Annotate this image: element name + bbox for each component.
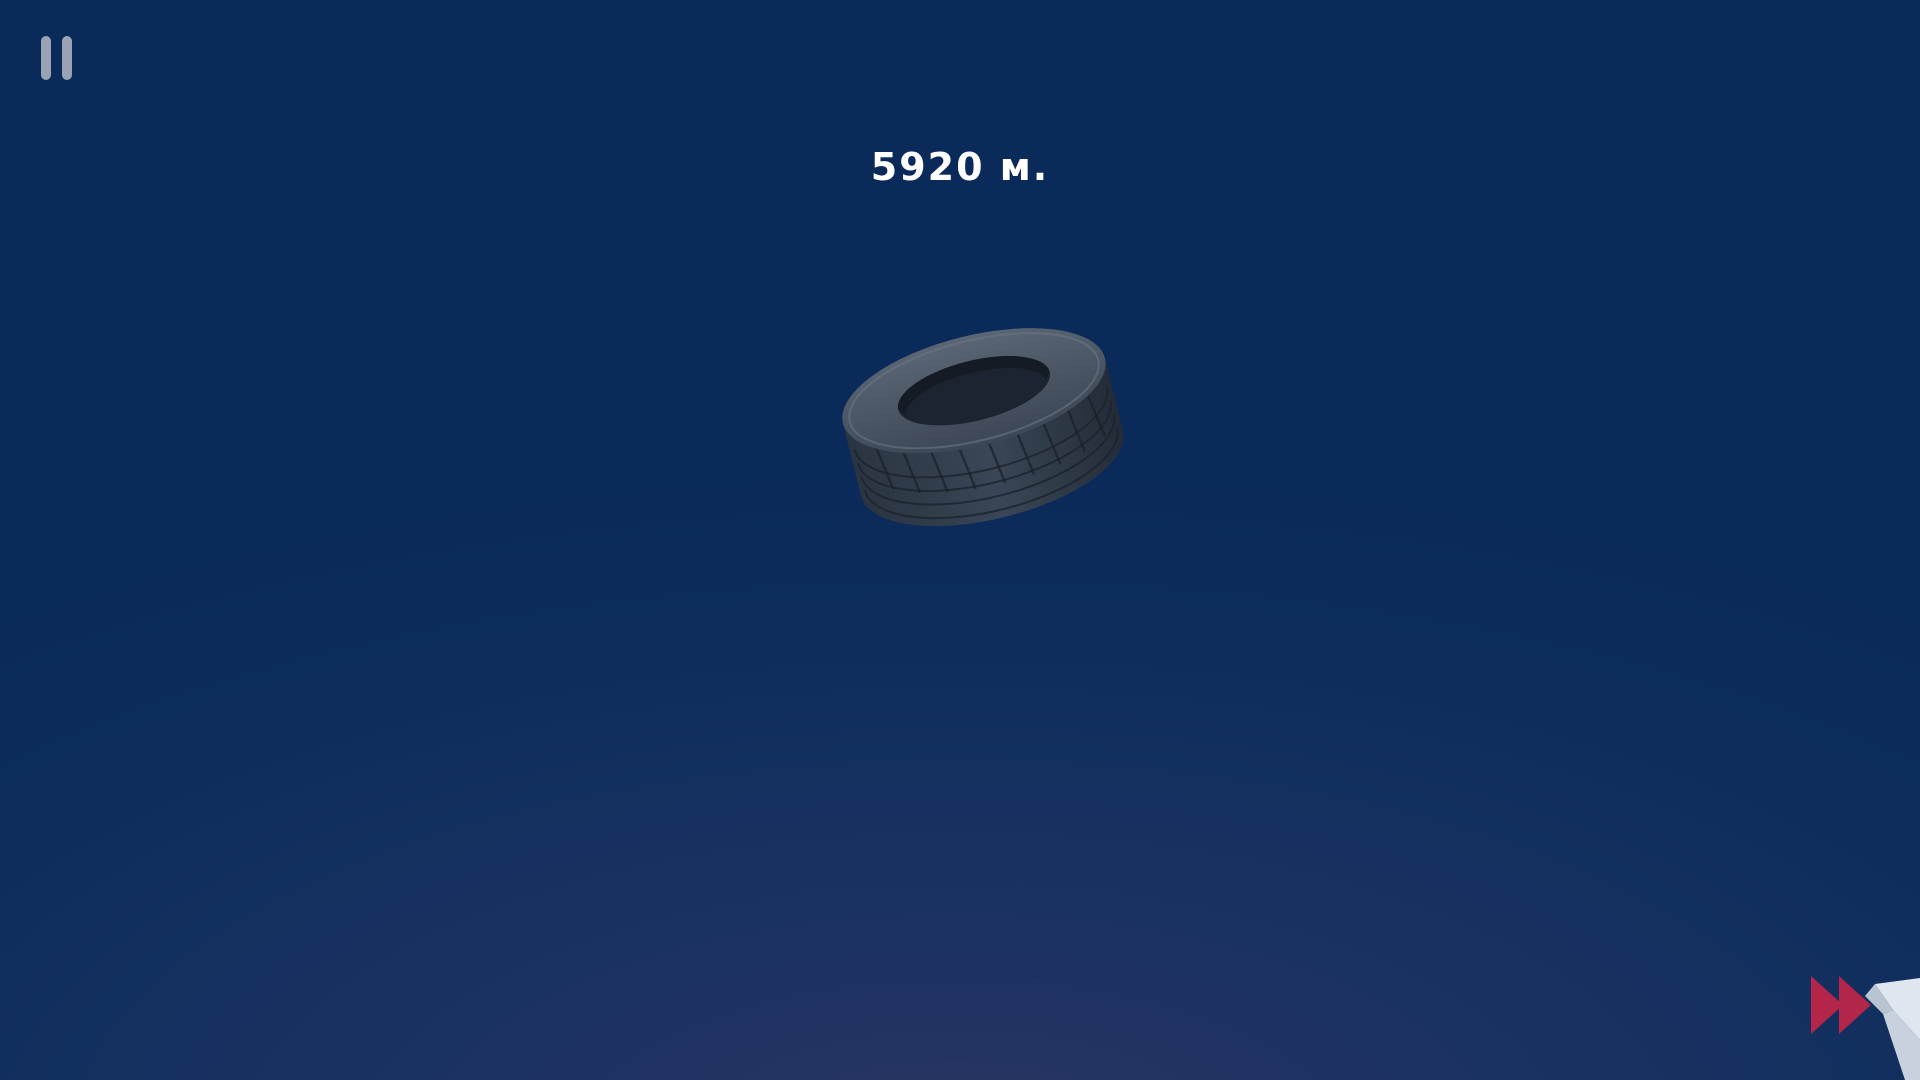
distance-counter: 5920 м. bbox=[870, 145, 1050, 189]
block-shape bbox=[1865, 978, 1920, 1080]
pause-button[interactable] bbox=[38, 34, 78, 82]
tire bbox=[842, 328, 1124, 527]
fast-forward-button[interactable] bbox=[1805, 970, 1920, 1080]
fast-forward-icon bbox=[1811, 976, 1871, 1034]
game-scene: 5920 м. bbox=[0, 0, 1920, 1080]
